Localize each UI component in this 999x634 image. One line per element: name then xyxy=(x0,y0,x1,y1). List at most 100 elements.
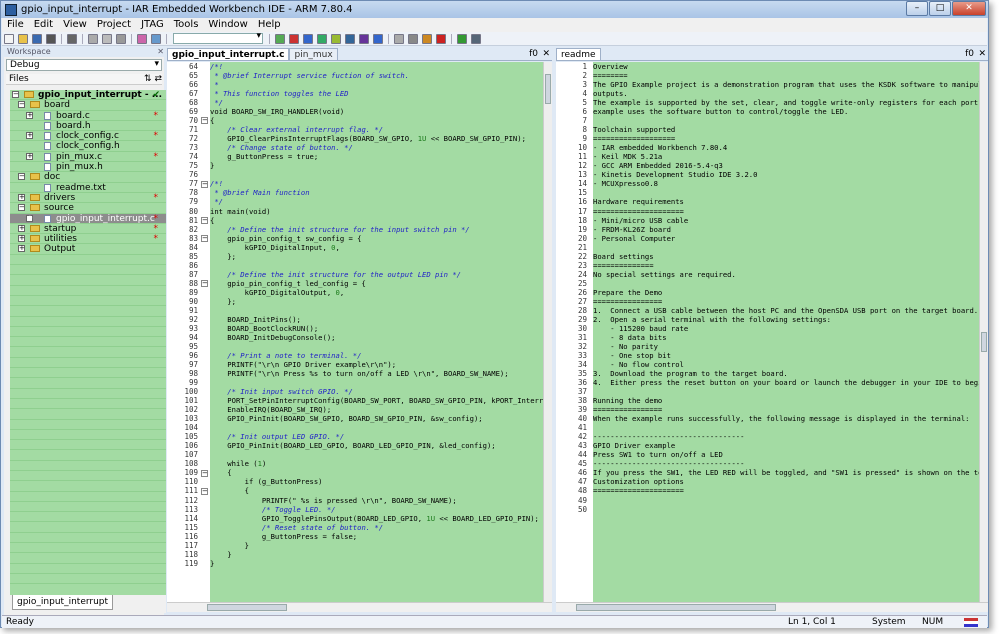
tree-item[interactable]: + drivers * xyxy=(10,193,166,204)
toolbar-button-icon[interactable] xyxy=(116,33,126,44)
tree-item[interactable]: pin_mux.h xyxy=(10,162,166,173)
line-number: 41 xyxy=(577,423,587,433)
toolbar-button-icon[interactable] xyxy=(102,33,112,44)
tree-item[interactable]: − source xyxy=(10,203,166,214)
collapse-icon[interactable]: − xyxy=(18,101,25,109)
language-flag-icon[interactable] xyxy=(964,618,978,627)
line-number: 100 xyxy=(184,387,198,397)
toolbar-button-icon[interactable] xyxy=(359,33,369,44)
workspace-tab[interactable]: gpio_input_interrupt xyxy=(12,595,114,610)
find-combo[interactable] xyxy=(173,31,263,44)
toolbar-button-icon[interactable] xyxy=(394,33,404,44)
line-number: 45 xyxy=(577,459,587,469)
vertical-scrollbar[interactable] xyxy=(979,62,988,602)
menu-item-window[interactable]: Window xyxy=(203,18,252,32)
expand-icon[interactable]: + xyxy=(26,214,33,222)
toolbar-button-icon[interactable] xyxy=(67,33,77,44)
fold-toggle-icon[interactable]: − xyxy=(201,117,208,125)
tree-item[interactable]: readme.txt xyxy=(10,183,166,193)
horizontal-scrollbar[interactable] xyxy=(167,602,552,612)
toolbar-button-icon[interactable] xyxy=(457,33,467,44)
expand-icon[interactable]: + xyxy=(18,245,25,253)
configuration-select[interactable]: Debug xyxy=(6,59,162,71)
toolbar-button-icon[interactable] xyxy=(317,33,327,44)
expand-icon[interactable]: + xyxy=(18,235,25,243)
menu-item-edit[interactable]: Edit xyxy=(29,18,58,32)
app-icon xyxy=(5,3,17,16)
tree-item[interactable]: board.h xyxy=(10,121,166,132)
toolbar-button-icon[interactable] xyxy=(18,33,28,44)
tree-item[interactable]: + board.c * xyxy=(10,111,166,121)
fold-toggle-icon[interactable]: − xyxy=(201,234,208,242)
toolbar-button-icon[interactable] xyxy=(422,33,432,44)
tree-item[interactable]: + utilities * xyxy=(10,234,166,245)
toolbar-button-icon[interactable] xyxy=(4,33,14,44)
menu-item-help[interactable]: Help xyxy=(253,18,286,32)
toolbar-button-icon[interactable] xyxy=(275,33,285,44)
collapse-icon[interactable]: − xyxy=(18,173,25,181)
fold-toggle-icon[interactable]: − xyxy=(201,180,208,188)
expand-icon[interactable]: + xyxy=(26,132,33,140)
tab-readme[interactable]: readme xyxy=(556,48,601,60)
expand-icon[interactable]: + xyxy=(18,224,25,232)
expand-icon[interactable]: + xyxy=(18,193,25,201)
readme-text-area[interactable]: Overview ======== The GPIO Example project… xyxy=(593,62,979,602)
tab-gpio-input-interrupt-c[interactable]: gpio_input_interrupt.c xyxy=(167,48,290,60)
toolbar-button-icon[interactable] xyxy=(408,33,418,44)
function-navigator[interactable]: f0 xyxy=(965,47,974,61)
toolbar-button-icon[interactable] xyxy=(88,33,98,44)
menu-item-file[interactable]: File xyxy=(2,18,29,32)
collapse-icon[interactable]: − xyxy=(18,204,25,212)
workspace-close-icon[interactable]: ✕ xyxy=(157,47,164,57)
fold-toggle-icon[interactable]: − xyxy=(201,487,208,495)
tree-item[interactable]: + clock_config.c * xyxy=(10,131,166,142)
tree-item[interactable]: − gpio_input_interrupt - ... ✔ xyxy=(10,90,166,101)
line-number: 78 xyxy=(188,188,198,198)
tree-item[interactable]: + pin_mux.c * xyxy=(10,152,166,163)
tree-item[interactable]: clock_config.h xyxy=(10,141,166,152)
code-area[interactable]: /*! * @brief Interrupt service fuction o… xyxy=(210,62,543,602)
toolbar-button-icon[interactable] xyxy=(137,33,147,44)
tree-item[interactable]: + startup * xyxy=(10,224,166,235)
tree-item[interactable]: − doc xyxy=(10,172,166,183)
toolbar-separator xyxy=(166,33,167,44)
toolbar-button-icon[interactable] xyxy=(345,33,355,44)
toolbar-button-icon[interactable] xyxy=(32,33,42,44)
tree-item[interactable]: + gpio_input_interrupt.c * xyxy=(10,213,166,224)
close-button[interactable]: ✕ xyxy=(952,1,986,16)
fold-toggle-icon[interactable]: − xyxy=(201,279,208,287)
expand-icon[interactable]: + xyxy=(26,152,33,160)
minimize-button[interactable]: – xyxy=(906,1,928,16)
function-navigator[interactable]: f0 xyxy=(529,47,538,61)
tree-item[interactable]: + Output xyxy=(10,244,166,255)
vertical-scrollbar[interactable] xyxy=(543,62,552,602)
collapse-icon[interactable]: − xyxy=(12,91,19,98)
toolbar-button-icon[interactable] xyxy=(436,33,446,44)
code-line: EnableIRQ(BOARD_SW_IRQ); xyxy=(210,405,332,415)
toolbar-button-icon[interactable] xyxy=(303,33,313,44)
toolbar-button-icon[interactable] xyxy=(331,33,341,44)
toolbar-button-icon[interactable] xyxy=(289,33,299,44)
fold-toggle-icon[interactable]: − xyxy=(201,216,208,224)
menu-item-view[interactable]: View xyxy=(58,18,92,32)
menu-item-tools[interactable]: Tools xyxy=(169,18,204,32)
code-line: BOARD_InitPins(); xyxy=(210,314,301,324)
code-line: - 8 data bits xyxy=(593,332,667,342)
menu-item-project[interactable]: Project xyxy=(92,18,136,32)
line-number: 2 xyxy=(582,71,587,81)
toolbar-button-icon[interactable] xyxy=(46,33,56,44)
menu-item-jtag[interactable]: JTAG xyxy=(136,18,169,32)
editor-close-icon[interactable]: ✕ xyxy=(542,47,550,61)
toolbar-button-icon[interactable] xyxy=(151,33,161,44)
horizontal-scrollbar[interactable] xyxy=(556,602,988,612)
files-sort-icon[interactable]: ⇅ ⇄ xyxy=(144,74,162,84)
maximize-button[interactable]: □ xyxy=(929,1,951,16)
tab-pin-mux[interactable]: pin_mux xyxy=(289,48,338,60)
expand-icon[interactable]: + xyxy=(26,111,33,119)
toolbar-button-icon[interactable] xyxy=(471,33,481,44)
tree-item[interactable]: − board xyxy=(10,100,166,111)
fold-toggle-icon[interactable]: − xyxy=(201,469,208,477)
editor-close-icon[interactable]: ✕ xyxy=(978,47,986,61)
toolbar-button-icon[interactable] xyxy=(373,33,383,44)
